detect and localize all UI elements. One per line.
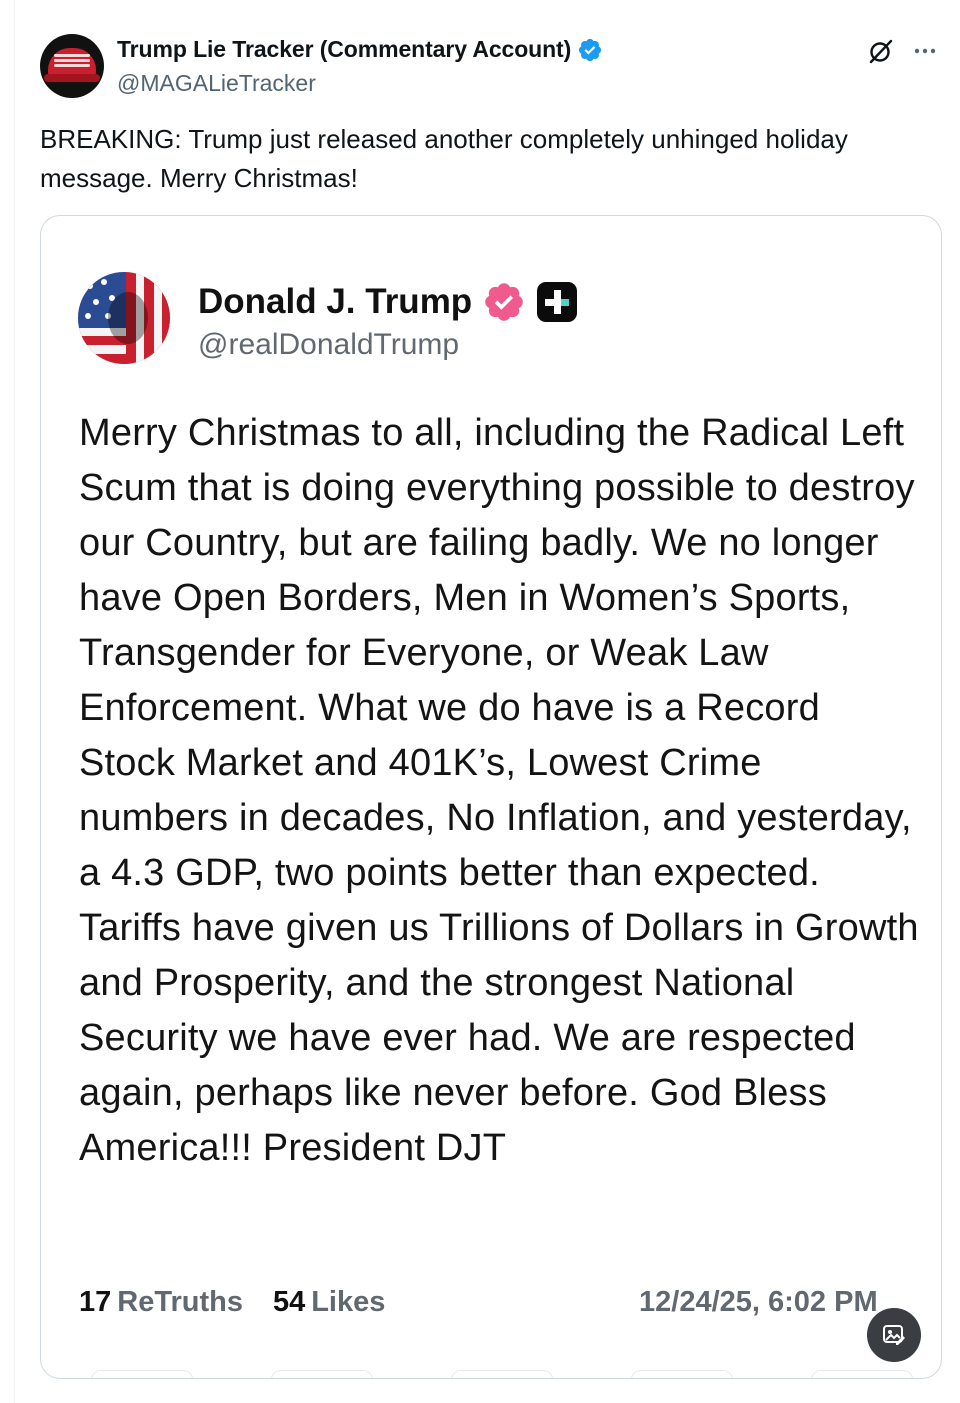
image-edit-icon — [883, 1325, 905, 1345]
cropped-action-row — [91, 1366, 913, 1378]
top-actions — [866, 36, 940, 66]
account-avatar[interactable] — [40, 34, 104, 98]
truth-author-avatar[interactable] — [78, 272, 170, 364]
pink-verified-badge-icon — [485, 283, 523, 321]
tweet-text: BREAKING: Trump just released another co… — [40, 124, 848, 193]
retruths-stat[interactable]: 17 ReTruths — [79, 1286, 243, 1319]
retruths-label: ReTruths — [117, 1286, 243, 1318]
likes-label: Likes — [311, 1286, 386, 1318]
embedded-truth-post[interactable]: Donald J. Trump @realDonaldTrump Merry C… — [40, 215, 942, 1379]
truth-author-row: Donald J. Trump — [198, 280, 578, 324]
likes-stat[interactable]: 54 Likes — [273, 1286, 385, 1319]
truth-author-name[interactable]: Donald J. Trump — [198, 282, 472, 322]
image-edit-button[interactable] — [867, 1308, 921, 1362]
more-options-icon[interactable] — [910, 36, 940, 66]
verified-badge-icon — [579, 38, 602, 61]
truth-plus-badge-icon — [537, 282, 578, 322]
truth-timestamp: 12/24/25, 6:02 PM — [639, 1286, 878, 1318]
flag-portrait-icon — [78, 272, 170, 364]
truth-author-handle[interactable]: @realDonaldTrump — [198, 328, 459, 362]
display-name[interactable]: Trump Lie Tracker (Commentary Account) — [117, 36, 571, 63]
account-handle[interactable]: @MAGALieTracker — [117, 70, 316, 97]
truth-post-body: Merry Christmas to all, including the Ra… — [79, 412, 919, 1169]
grok-icon[interactable] — [866, 36, 896, 66]
tweet-header: Trump Lie Tracker (Commentary Account) @… — [40, 34, 940, 104]
truth-stats: 17 ReTruths 54 Likes — [79, 1286, 415, 1319]
left-divider — [14, 0, 15, 1403]
name-row: Trump Lie Tracker (Commentary Account) — [117, 36, 603, 63]
likes-count: 54 — [272, 1286, 306, 1318]
retruths-count: 17 — [79, 1286, 112, 1318]
